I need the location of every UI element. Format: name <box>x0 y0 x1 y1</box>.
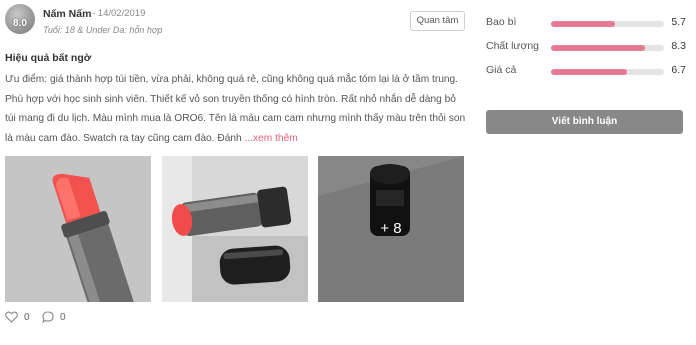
user-meta: Tuổi: 18 & Under Da: hỗn hợp <box>43 25 163 35</box>
read-more-link[interactable]: ...xem thêm <box>245 133 298 144</box>
rating-label: Giá cả <box>486 64 517 76</box>
rating-bar <box>551 21 664 27</box>
review-card: 8.0 Nấm Nấm - 14/02/2019 Tuổi: 18 & Unde… <box>0 0 476 345</box>
like-button[interactable]: 0 <box>5 310 30 324</box>
lipstick-photo <box>162 156 308 302</box>
rating-value: 5.7 <box>671 16 686 28</box>
lipstick-photo <box>5 156 151 302</box>
follow-button[interactable]: Quan tâm <box>410 11 465 31</box>
review-text: Ưu điểm: giá thành hợp túi tiền, vừa phả… <box>5 74 466 144</box>
rating-row: Chất lượng 8.3 <box>486 40 686 60</box>
more-photos-count[interactable]: + 8 <box>318 220 464 237</box>
rating-fill <box>551 69 627 75</box>
post-date: - 14/02/2019 <box>92 8 146 19</box>
rating-bar <box>551 69 664 75</box>
review-photo-1[interactable] <box>5 156 151 302</box>
review-body: Ưu điểm: giá thành hợp túi tiền, vừa phả… <box>5 70 467 148</box>
avatar[interactable]: 8.0 <box>5 4 35 34</box>
rating-value: 6.7 <box>671 64 686 76</box>
heart-icon <box>5 311 18 323</box>
rating-label: Chất lượng <box>486 40 540 52</box>
review-photo-3[interactable]: + 8 <box>318 156 464 302</box>
comment-button[interactable]: 0 <box>42 310 66 324</box>
like-count: 0 <box>24 311 30 323</box>
rating-label: Bao bì <box>486 16 517 28</box>
rating-row: Giá cả 6.7 <box>486 64 686 84</box>
avatar-score: 8.0 <box>13 18 27 29</box>
user-name[interactable]: Nấm Nấm <box>43 8 91 20</box>
comment-count: 0 <box>60 311 66 323</box>
rating-bar <box>551 45 664 51</box>
rating-row: Bao bì 5.7 <box>486 16 686 36</box>
review-photo-2[interactable] <box>162 156 308 302</box>
comment-icon <box>42 311 54 323</box>
rating-fill <box>551 45 645 51</box>
write-review-button[interactable]: Viết bình luận <box>486 110 683 134</box>
rating-fill <box>551 21 616 27</box>
review-title: Hiệu quả bất ngờ <box>5 52 92 64</box>
rating-value: 8.3 <box>671 40 686 52</box>
